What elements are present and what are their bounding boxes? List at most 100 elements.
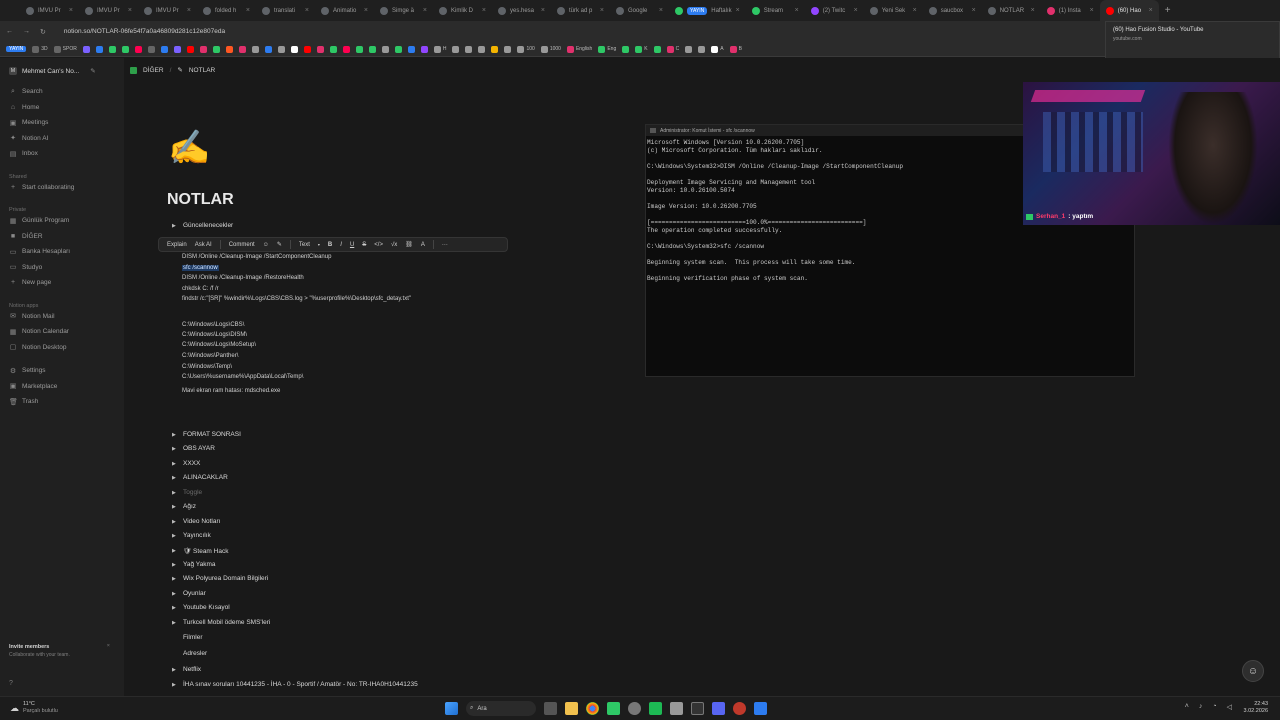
sidebar-item-studyo[interactable]: ▭ Studyo [0,260,124,276]
close-icon[interactable]: × [305,7,309,14]
toggle-arrow-icon[interactable]: ▶ [172,475,177,481]
bookmark[interactable]: English [566,45,592,53]
toggle-block[interactable]: ▶ Turkcell Mobil ödeme SMS'leri [172,619,270,626]
code-text-line[interactable]: C:\Windows\Logs\MoSetup\ [182,342,256,348]
new-page-icon[interactable]: ✎ [90,67,95,75]
bookmark[interactable] [238,45,246,53]
browser-tab[interactable]: (2) Twitc × [805,0,864,21]
terminal-icon[interactable] [691,702,704,715]
toggle-arrow-icon[interactable]: ▶ [172,446,177,452]
sidebar-item-diger[interactable]: ■ DİĞER [0,229,124,245]
bookmark[interactable] [653,45,661,53]
bookmark[interactable] [82,45,90,53]
close-icon[interactable]: × [1031,7,1035,14]
bookmark[interactable] [622,45,630,53]
sidebar-item-start-collaborating[interactable]: + Start collaborating [0,180,124,196]
page-emoji-icon[interactable]: ✍ [168,128,210,168]
new-tab-button[interactable]: + [1165,5,1171,16]
sidebar-item-search[interactable]: ⌕ Search [0,84,124,100]
close-icon[interactable]: × [600,7,604,14]
bookmark[interactable] [491,45,499,53]
strikethrough-button[interactable]: S [362,242,366,248]
toggle-arrow-icon[interactable]: ▶ [172,519,177,525]
close-icon[interactable]: × [972,7,976,14]
toggle-arrow-icon[interactable]: ▶ [172,605,177,611]
toggle-arrow-icon[interactable]: ▶ [172,667,177,673]
toggle-arrow-icon[interactable]: ▶ [172,591,177,597]
bookmark[interactable] [355,45,363,53]
code-text-line[interactable]: DISM /Online /Cleanup-Image /StartCompon… [182,254,331,260]
bookmark[interactable]: A [711,45,724,53]
close-icon[interactable]: × [795,7,799,14]
bookmark[interactable]: SPOR [53,45,77,53]
sidebar-item-settings[interactable]: ⚙ Settings [0,363,124,379]
app-icon[interactable] [607,702,620,715]
bookmark[interactable] [95,45,103,53]
bookmark[interactable] [121,45,129,53]
bookmark[interactable] [264,45,272,53]
breadcrumb-item[interactable]: NOTLAR [189,67,215,74]
browser-tab[interactable]: folded h × [197,0,256,21]
clock[interactable]: 22:43 3.02.2026 [1244,701,1268,715]
toggle-arrow-icon[interactable]: ▶ [172,490,177,496]
close-icon[interactable]: × [128,7,132,14]
text-color-button[interactable]: A [421,242,425,248]
browser-tab[interactable]: IMVU Pr × [79,0,138,21]
toggle-block[interactable]: Filmler [172,634,203,641]
browser-tab[interactable]: YAYIN Haftalık × [669,0,746,21]
code-text-line[interactable]: Mavi ekran ram hatası: mdsched.exe [182,388,280,394]
bookmark[interactable] [186,45,194,53]
bookmark[interactable] [290,45,298,53]
bookmark[interactable] [478,45,486,53]
toggle-arrow-icon[interactable]: ▶ [172,432,177,438]
browser-tab[interactable]: Stream × [746,0,805,21]
browser-tab[interactable]: IMVU Pr × [20,0,79,21]
wifi-icon[interactable]: ◔ [1212,703,1216,711]
bookmark[interactable] [251,45,259,53]
browser-tab[interactable]: türk ad p × [551,0,610,21]
underline-button[interactable]: U [350,242,354,248]
browser-tab[interactable]: yes.hesa × [492,0,551,21]
invite-members-card[interactable]: Invite members Collaborate with your tea… [4,641,114,667]
app-icon[interactable] [712,702,725,715]
toggle-block[interactable]: ▶ FORMAT SONRASI [172,431,241,438]
sidebar-item-new-page[interactable]: + New page [0,275,124,291]
close-icon[interactable]: × [659,7,663,14]
toggle-block[interactable]: ▶ Yağ Yakma [172,561,216,568]
workspace-switcher[interactable]: M Mehmet Can's No... ✎ [0,58,124,84]
microphone-icon[interactable]: ♪ [1199,703,1203,711]
bookmark[interactable] [504,45,512,53]
sidebar-item-notion-desktop[interactable]: ▢ Notion Desktop [0,340,124,356]
bookmark[interactable]: K [635,45,648,53]
back-icon[interactable]: ← [6,28,13,35]
browser-tab[interactable]: Simge ä × [374,0,433,21]
bookmark[interactable] [465,45,473,53]
italic-button[interactable]: I [340,242,342,248]
sidebar-item-home[interactable]: ⌂ Home [0,100,124,116]
bookmark[interactable] [108,45,116,53]
windows-start-icon[interactable] [445,702,458,715]
close-icon[interactable]: × [69,7,73,14]
toggle-block[interactable]: ▶ Toggle [172,489,202,496]
sidebar-item-marketplace[interactable]: ▣ Marketplace [0,379,124,395]
bookmark[interactable]: H [433,45,446,53]
bookmark[interactable]: 1000 [540,45,561,53]
bookmark[interactable] [277,45,285,53]
weather-widget[interactable]: ☁ 11°C Parçalı bulutlu [10,701,58,715]
help-icon[interactable]: ? [9,680,13,687]
toggle-block[interactable]: ▶ Oyunlar [172,590,206,597]
toggle-block[interactable]: ▶ ALINACAKLAR [172,474,228,481]
code-text-line[interactable]: C:\Windows\Panther\ [182,353,238,359]
toggle-block[interactable]: ▶ Ağız [172,503,196,510]
browser-tab[interactable]: NOTLAR × [982,0,1041,21]
app-icon[interactable] [754,702,767,715]
edit-icon[interactable]: ✎ [277,241,282,248]
code-text-line[interactable]: DISM /Online /Cleanup-Image /RestoreHeal… [182,275,304,281]
toggle-block[interactable]: ▶ İHA sınav soruları 10441235 - İHA - 0 -… [172,681,418,688]
close-icon[interactable]: × [246,7,250,14]
close-icon[interactable]: × [107,643,110,649]
bookmark[interactable] [698,45,706,53]
toggle-block[interactable]: ▶ OBS AYAR [172,445,215,452]
code-text-line[interactable]: C:\Windows\Logs\CBS\ [182,322,244,328]
close-icon[interactable]: × [187,7,191,14]
